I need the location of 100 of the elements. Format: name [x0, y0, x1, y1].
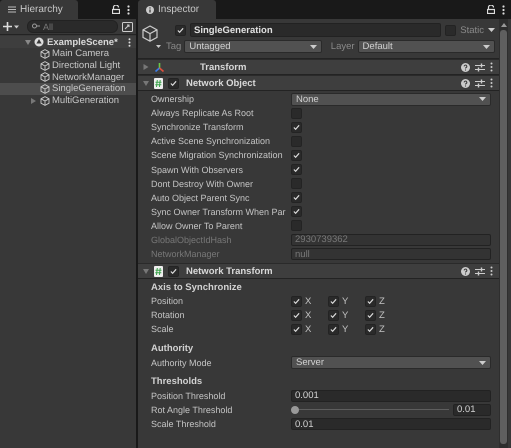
cube-icon — [40, 96, 50, 106]
caret-icon — [483, 44, 490, 48]
axis-checkbox[interactable] — [328, 296, 339, 307]
hierarchy-item[interactable]: SingleGeneration — [0, 83, 136, 95]
settings-sliders-icon[interactable] — [475, 266, 485, 276]
kebab-menu-icon[interactable] — [502, 4, 505, 14]
axis-checkbox[interactable] — [291, 296, 302, 307]
component-header[interactable]: Transform — [138, 59, 499, 75]
axis-checkbox[interactable] — [328, 310, 339, 321]
dropdown[interactable]: Server — [291, 356, 491, 370]
checkbox[interactable] — [291, 192, 302, 204]
slider[interactable] — [291, 406, 449, 414]
property-label: Auto Object Parent Sync — [151, 192, 251, 203]
property-label: GlobalObjectIdHash — [151, 234, 233, 245]
number-field[interactable]: 0.01 — [291, 418, 491, 430]
scene-icon — [34, 37, 44, 47]
expand-caret-icon[interactable] — [31, 98, 36, 104]
active-checkbox[interactable] — [175, 24, 186, 36]
component-header[interactable]: Network Transform — [138, 263, 499, 280]
kebab-menu-icon[interactable] — [490, 266, 493, 276]
kebab-menu-icon[interactable] — [490, 78, 493, 88]
help-icon[interactable] — [461, 78, 470, 88]
component-checkbox[interactable] — [168, 78, 179, 88]
settings-sliders-icon[interactable] — [475, 62, 485, 72]
property-label: Scale — [151, 324, 175, 334]
component-title: Transform — [199, 62, 248, 72]
info-icon — [146, 6, 154, 14]
scene-row[interactable]: ExampleScene* — [0, 36, 136, 48]
number-field[interactable]: 0.01 — [453, 404, 491, 416]
component-header[interactable]: Network Object — [138, 75, 499, 91]
caret-icon — [310, 44, 317, 48]
lock-icon[interactable] — [112, 5, 120, 14]
layer-dropdown[interactable]: Default — [358, 40, 495, 53]
axis-label: X — [305, 296, 312, 307]
layer-label: Layer — [330, 41, 355, 52]
settings-sliders-icon[interactable] — [475, 78, 485, 88]
property-label: Dont Destroy With Owner — [151, 178, 254, 189]
foldout-caret-icon[interactable] — [143, 64, 149, 70]
axis-label: Z — [379, 296, 385, 307]
caret-icon[interactable] — [488, 28, 495, 32]
hierarchy-item[interactable]: Directional Light — [0, 60, 136, 72]
property-label: NetworkManager — [151, 249, 221, 260]
help-icon[interactable] — [461, 62, 470, 72]
section-heading: Authority — [151, 343, 194, 354]
list-icon — [8, 6, 16, 13]
checkbox[interactable] — [291, 122, 302, 133]
expand-caret-icon[interactable] — [25, 40, 31, 44]
window-icon[interactable] — [122, 22, 133, 32]
property-label: Scene Migration Synchronization — [151, 150, 284, 160]
name-field[interactable]: SingleGeneration — [190, 23, 442, 37]
cube-icon — [40, 72, 50, 82]
dropdown[interactable]: None — [291, 92, 491, 106]
kebab-menu-icon[interactable] — [490, 62, 493, 72]
hierarchy-item[interactable]: MultiGeneration — [0, 94, 136, 106]
axis-checkbox[interactable] — [365, 324, 376, 335]
checkbox[interactable] — [291, 164, 302, 176]
static-label: Static — [460, 24, 484, 36]
axis-checkbox[interactable] — [291, 310, 302, 321]
hierarchy-tab[interactable]: Hierarchy — [0, 0, 78, 19]
kebab-menu-icon[interactable] — [127, 4, 130, 14]
axis-checkbox[interactable] — [365, 296, 376, 307]
tag-dropdown[interactable]: Untagged — [184, 40, 322, 53]
cube-icon[interactable] — [142, 25, 162, 49]
cube-icon — [40, 60, 50, 71]
script-icon — [154, 266, 163, 277]
number-field[interactable]: 0.001 — [291, 390, 491, 402]
foldout-caret-icon[interactable] — [143, 268, 149, 274]
component-title: Network Transform — [185, 266, 274, 277]
lock-icon[interactable] — [487, 5, 495, 14]
scene-name: ExampleScene* — [47, 36, 119, 48]
component-checkbox[interactable] — [168, 266, 179, 277]
axis-label: Y — [342, 310, 348, 321]
help-icon[interactable] — [461, 266, 470, 276]
property-label: Synchronize Transform — [151, 122, 245, 132]
search-field[interactable]: All — [27, 20, 118, 33]
property-label: Always Replicate As Root — [151, 108, 255, 118]
axis-label: X — [305, 310, 312, 321]
scrollbar[interactable] — [499, 19, 508, 448]
checkbox[interactable] — [291, 150, 302, 161]
caret-icon — [479, 360, 486, 365]
scroll-up-arrow-icon[interactable] — [500, 23, 506, 27]
property-label: Sync Owner Transform When Par — [151, 206, 287, 217]
hierarchy-item[interactable]: Main Camera — [0, 48, 136, 60]
axis-label: X — [305, 324, 312, 335]
section-heading: Axis to Synchronize — [151, 282, 242, 293]
axis-label: Y — [342, 324, 348, 335]
axis-checkbox[interactable] — [328, 324, 339, 335]
axis-checkbox[interactable] — [365, 310, 376, 321]
script-icon — [154, 78, 163, 88]
cube-icon — [40, 84, 50, 94]
axes-icon — [154, 62, 165, 72]
property-label: Authority Mode — [151, 358, 213, 368]
foldout-caret-icon[interactable] — [143, 80, 149, 86]
axis-checkbox[interactable] — [291, 324, 302, 335]
hierarchy-item[interactable]: NetworkManager — [0, 71, 136, 84]
axis-label: Z — [379, 310, 385, 321]
kebab-menu-icon[interactable] — [128, 38, 131, 46]
property-label: Allow Owner To Parent — [151, 220, 244, 231]
inspector-tab[interactable]: Inspector — [138, 0, 216, 19]
checkbox[interactable] — [291, 206, 302, 218]
